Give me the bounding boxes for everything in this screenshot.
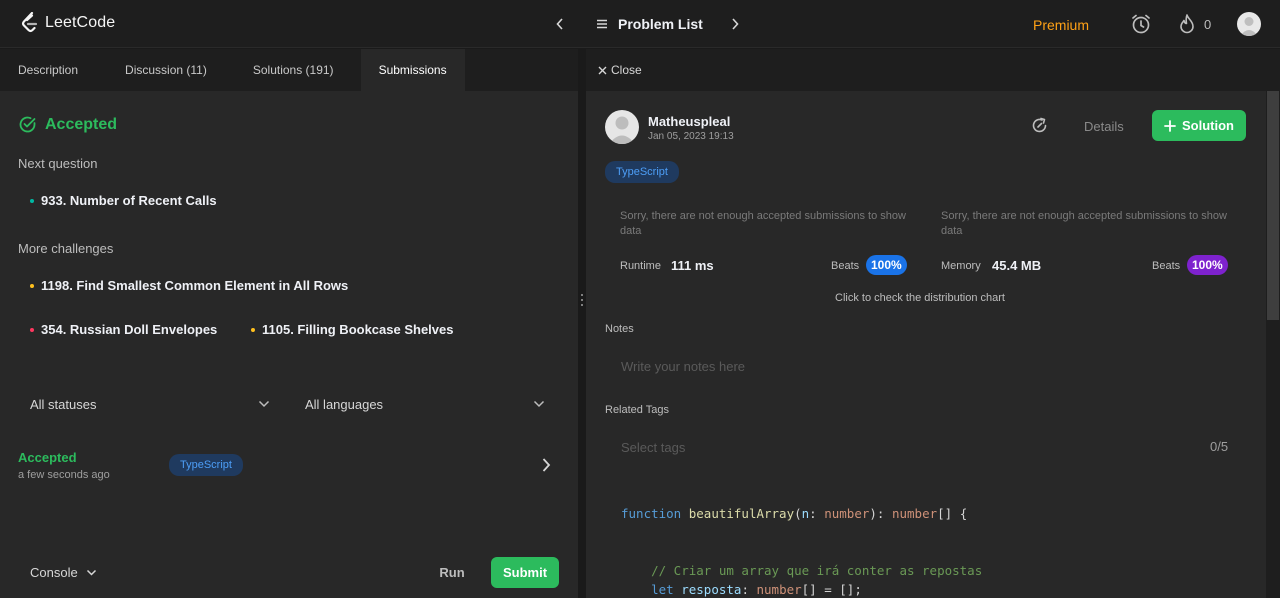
status-filter-value: All statuses (30, 396, 97, 412)
distribution-chart-link[interactable]: Click to check the distribution chart (835, 292, 1005, 304)
alarm-clock-icon (1132, 14, 1150, 34)
details-link[interactable]: Details (1084, 119, 1124, 134)
runtime-note: Sorry, there are not enough accepted sub… (620, 210, 906, 237)
challenge-title: 1105. Filling Bookcase Shelves (262, 322, 454, 337)
tab-description[interactable]: Description (0, 49, 96, 91)
top-navbar: LeetCode Problem List Premium 0 (0, 0, 1280, 48)
console-toggle[interactable]: Console (30, 565, 97, 580)
runtime-label: Runtime (620, 260, 661, 272)
memory-value: 45.4 MB (992, 258, 1042, 273)
related-tags-label: Related Tags (605, 404, 670, 416)
runtime-value: 111 ms (671, 258, 714, 273)
problem-list-label: Problem List (618, 16, 703, 32)
difficulty-dot (30, 327, 34, 332)
user-avatar-icon (1240, 17, 1258, 36)
premium-link[interactable]: Premium (1033, 17, 1089, 33)
chevron-down-icon (258, 400, 270, 408)
refresh-button[interactable] (1031, 117, 1048, 139)
user-avatar-icon (609, 116, 635, 144)
drag-handle-icon (581, 294, 583, 306)
challenge-link[interactable]: 354. Russian Doll Envelopes (30, 322, 217, 337)
refresh-icon (1032, 117, 1047, 133)
submission-open-button[interactable] (540, 457, 552, 478)
result-header: Accepted (18, 115, 117, 134)
prev-problem-button[interactable] (550, 14, 570, 34)
chevron-down-icon (86, 569, 96, 576)
difficulty-dot (30, 198, 34, 203)
result-status: Accepted (45, 115, 118, 133)
challenge-title: 1198. Find Smallest Common Element in Al… (41, 278, 349, 293)
submission-username[interactable]: Matheuspleal (648, 114, 730, 129)
code-viewer: function beautifulArray(n: number): numb… (621, 506, 983, 597)
submission-language-badge: TypeScript (169, 454, 243, 476)
submit-button[interactable]: Submit (491, 557, 559, 588)
chevron-left-icon (556, 18, 563, 30)
console-label: Console (30, 565, 78, 580)
chevron-right-icon (732, 18, 739, 30)
notes-label: Notes (605, 323, 634, 335)
status-filter-dropdown[interactable]: All statuses (30, 394, 270, 414)
language-badge: TypeScript (605, 161, 679, 183)
run-button[interactable]: Run (424, 557, 480, 588)
next-question-label: Next question (18, 156, 98, 171)
tags-select[interactable]: Select tags (605, 434, 1225, 460)
chevron-down-icon (533, 400, 545, 408)
problem-tabs: Description Discussion (11) Solutions (1… (0, 49, 578, 91)
check-circle-icon (19, 116, 36, 133)
close-button[interactable]: Close (598, 63, 642, 77)
post-solution-button[interactable]: Solution (1152, 110, 1246, 141)
problem-nav: Problem List (550, 14, 745, 34)
language-filter-dropdown[interactable]: All languages (305, 394, 545, 414)
close-label: Close (611, 63, 642, 77)
tab-submissions[interactable]: Submissions (360, 49, 465, 91)
next-problem-button[interactable] (725, 14, 745, 34)
panel-resize-handle[interactable] (578, 49, 586, 598)
submission-status: Accepted (18, 450, 77, 465)
scrollbar-thumb[interactable] (1267, 91, 1279, 320)
leetcode-logo[interactable]: LeetCode (21, 12, 115, 34)
memory-beats-badge: 100% (1187, 255, 1228, 275)
question-title: 933. Number of Recent Calls (41, 193, 217, 208)
memory-label: Memory (941, 260, 981, 272)
tab-solutions[interactable]: Solutions (191) (225, 49, 352, 91)
memory-note: Sorry, there are not enough accepted sub… (941, 210, 1227, 237)
next-question-link[interactable]: 933. Number of Recent Calls (30, 193, 217, 208)
timer-button[interactable] (1130, 13, 1152, 40)
solution-label: Solution (1182, 118, 1234, 133)
notes-input[interactable] (605, 353, 1245, 379)
runtime-beats-label: Beats (831, 260, 860, 272)
detail-header: Close (586, 49, 1280, 91)
submission-detail-panel: Matheuspleal Jan 05, 2023 19:13 Details … (586, 91, 1266, 598)
language-filter-value: All languages (305, 396, 384, 412)
chevron-right-icon (542, 458, 551, 472)
submission-time: a few seconds ago (18, 469, 110, 481)
plus-icon (1164, 119, 1176, 132)
leetcode-logo-icon (21, 12, 38, 33)
logo-text: LeetCode (45, 14, 116, 31)
runtime-beats-badge: 100% (866, 255, 907, 275)
close-icon (598, 66, 607, 74)
streak-count: 0 (1204, 16, 1212, 32)
problem-list-button[interactable]: Problem List (596, 16, 703, 32)
more-challenges-label: More challenges (18, 241, 114, 256)
difficulty-dot (30, 283, 34, 288)
tab-discussion[interactable]: Discussion (11) (96, 49, 225, 91)
challenge-link[interactable]: 1198. Find Smallest Common Element in Al… (30, 278, 348, 293)
challenge-link[interactable]: 1105. Filling Bookcase Shelves (251, 322, 453, 337)
difficulty-dot (251, 327, 255, 332)
list-icon (597, 19, 607, 29)
user-avatar[interactable] (605, 110, 639, 144)
profile-avatar[interactable] (1237, 12, 1261, 36)
submission-date: Jan 05, 2023 19:13 (648, 131, 734, 142)
tags-count: 0/5 (1210, 439, 1229, 454)
left-panel: Description Discussion (11) Solutions (1… (0, 49, 578, 598)
challenge-title: 354. Russian Doll Envelopes (41, 322, 218, 337)
streak-counter[interactable]: 0 (1178, 13, 1211, 35)
memory-beats-label: Beats (1152, 260, 1181, 272)
fire-icon (1180, 14, 1194, 34)
